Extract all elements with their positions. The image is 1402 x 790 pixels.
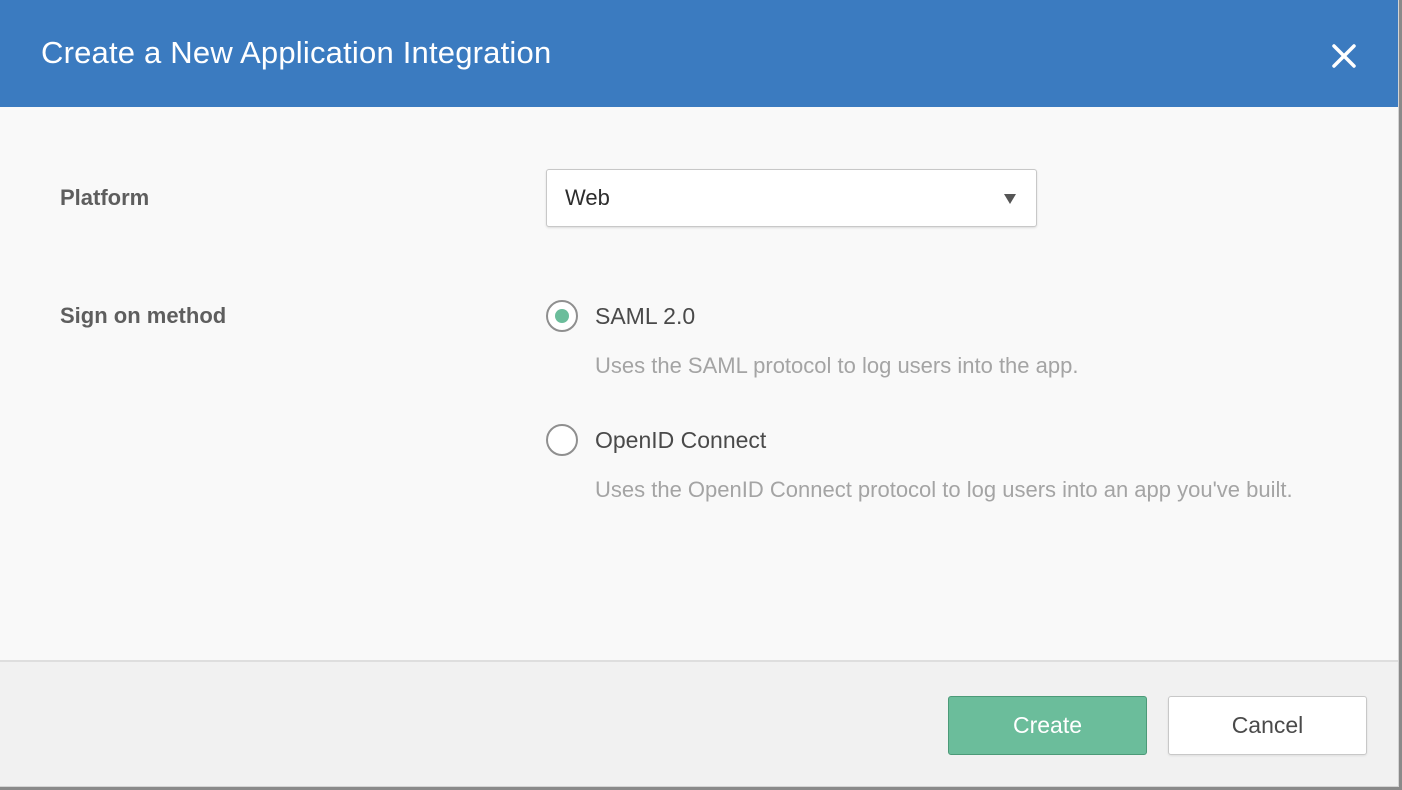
saml-option-label[interactable]: SAML 2.0 — [595, 301, 695, 331]
platform-select-value: Web — [565, 185, 610, 210]
openid-connect-option-label[interactable]: OpenID Connect — [595, 425, 766, 455]
dialog-footer: Create Cancel — [0, 660, 1398, 786]
close-button[interactable] — [1322, 34, 1366, 78]
platform-select[interactable]: Web — [546, 169, 1037, 227]
saml-radio[interactable] — [546, 300, 578, 332]
openid-connect-option-description: Uses the OpenID Connect protocol to log … — [595, 477, 1293, 502]
create-app-integration-dialog: Create a New Application Integration Pla… — [0, 0, 1399, 787]
close-icon — [1322, 34, 1366, 78]
sign-on-method-label: Sign on method — [60, 303, 227, 328]
cancel-button[interactable]: Cancel — [1168, 696, 1367, 755]
create-button[interactable]: Create — [948, 696, 1147, 755]
radio-selected-dot — [555, 309, 569, 323]
dialog-title: Create a New Application Integration — [41, 35, 552, 70]
platform-label: Platform — [60, 185, 150, 210]
saml-option-description: Uses the SAML protocol to log users into… — [595, 353, 1079, 378]
dialog-header: Create a New Application Integration — [0, 0, 1398, 107]
chevron-down-icon — [1004, 194, 1016, 204]
openid-connect-radio[interactable] — [546, 424, 578, 456]
